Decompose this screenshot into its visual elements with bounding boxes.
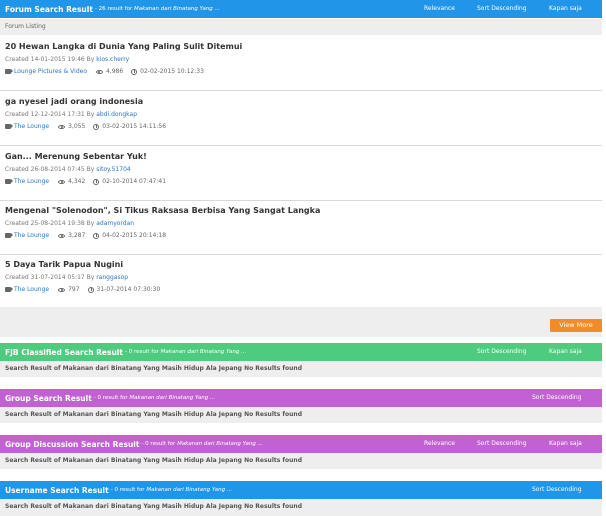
thread-category-link[interactable]: Lounge Pictures & Video — [14, 68, 87, 75]
forum-listing-label: Forum Listing — [0, 19, 602, 35]
thread-views: 797 — [68, 286, 80, 293]
forum-sort-button[interactable]: Sort Descending — [477, 0, 527, 18]
fjb-sort-button[interactable]: Sort Descending — [477, 343, 527, 361]
discussion-no-results: Search Result of Makanan dari Binatang Y… — [0, 453, 602, 469]
eye-icon — [58, 124, 66, 129]
thread-meta: The Lounge 4,342 02-10-2014 07:47:41 — [5, 178, 166, 185]
thread-title[interactable]: 20 Hewan Langka di Dunia Yang Paling Sul… — [5, 42, 242, 51]
tag-icon — [5, 179, 13, 184]
username-header: Username Search Result - 0 result for Ma… — [0, 481, 602, 499]
list-item: Mengenal "Solenodon", Si Tikus Raksasa B… — [0, 201, 602, 255]
discussion-relevance-button[interactable]: Relevance — [424, 435, 455, 453]
fjb-section-title: FJB Classified Search Result — [5, 347, 123, 357]
tag-icon — [5, 287, 13, 292]
thread-views: 3,055 — [68, 123, 86, 130]
username-no-results: Search Result of Makanan dari Binatang Y… — [0, 499, 602, 516]
fjb-no-results: Search Result of Makanan dari Binatang Y… — [0, 361, 602, 377]
thread-last-post: 04-02-2015 20:14:18 — [102, 232, 167, 239]
thread-meta: The Lounge 797 31-07-2014 07:30:30 — [5, 286, 160, 293]
thread-views: 4,986 — [105, 68, 124, 75]
fjb-result-summary: - 0 result for Makanan dari Binatang Yan… — [124, 349, 247, 355]
eye-icon — [95, 69, 103, 74]
thread-last-post: 02-10-2014 07:47:41 — [102, 178, 167, 185]
group-result-summary: - 0 result for Makanan dari Binatang Yan… — [93, 395, 216, 401]
thread-author-link[interactable]: ranggasop — [96, 274, 128, 281]
thread-created: Created 12-12-2014 17:31 By abdi.dongkap — [5, 111, 138, 118]
discussion-sort-button[interactable]: Sort Descending — [477, 435, 527, 453]
thread-title[interactable]: ga nyesel jadi orang indonesia — [5, 97, 143, 106]
list-item: 20 Hewan Langka di Dunia Yang Paling Sul… — [0, 37, 602, 91]
clock-icon — [93, 178, 100, 185]
thread-last-post: 31-07-2014 07:30:30 — [96, 286, 161, 293]
fjb-time-filter[interactable]: Kapan saja — [549, 343, 582, 361]
group-header: Group Search Result - 0 result for Makan… — [0, 389, 602, 407]
thread-meta: The Lounge 3,287 04-02-2015 20:14:18 — [5, 232, 166, 239]
thread-title[interactable]: Gan... Merenung Sebentar Yuk! — [5, 152, 147, 161]
forum-header: Forum Search Result - 26 result for Maka… — [0, 0, 602, 18]
thread-created: Created 31-07-2014 05:17 By ranggasop — [5, 274, 129, 281]
clock-icon — [93, 232, 100, 239]
clock-icon — [93, 123, 100, 130]
thread-created: Created 14-01-2015 19:46 By kios.cherry — [5, 56, 130, 63]
thread-author-link[interactable]: adamyordan — [96, 220, 134, 227]
list-item: ga nyesel jadi orang indonesia Created 1… — [0, 92, 602, 146]
thread-last-post: 02-02-2015 10:12:33 — [140, 68, 204, 75]
group-section-title: Group Search Result — [5, 393, 92, 403]
thread-author-link[interactable]: abdi.dongkap — [96, 111, 137, 118]
group-sort-button[interactable]: Sort Descending — [532, 389, 582, 407]
view-more-area: View More — [0, 307, 602, 337]
discussion-section-title: Group Discussion Search Result — [5, 439, 140, 449]
thread-created: Created 26-08-2014 07:45 By sitoy.51704 — [5, 166, 131, 173]
list-item: Gan... Merenung Sebentar Yuk! Created 26… — [0, 147, 602, 201]
thread-author-link[interactable]: sitoy.51704 — [96, 166, 131, 173]
fjb-header: FJB Classified Search Result - 0 result … — [0, 343, 602, 361]
group-no-results: Search Result of Makanan dari Binatang Y… — [0, 407, 602, 423]
eye-icon — [58, 287, 66, 292]
username-result-summary: - 0 result for Makanan dari Binatang Yan… — [110, 487, 233, 493]
thread-views: 4,342 — [68, 178, 86, 185]
forum-relevance-button[interactable]: Relevance — [424, 0, 455, 18]
thread-author-link[interactable]: kios.cherry — [96, 56, 129, 63]
clock-icon — [131, 68, 138, 75]
tag-icon — [5, 233, 13, 238]
thread-category-link[interactable]: The Lounge — [14, 286, 49, 293]
discussion-header: Group Discussion Search Result - 0 resul… — [0, 435, 602, 453]
thread-views: 3,287 — [68, 232, 86, 239]
forum-section-title: Forum Search Result — [5, 4, 93, 14]
thread-category-link[interactable]: The Lounge — [14, 123, 49, 130]
eye-icon — [58, 179, 66, 184]
tag-icon — [5, 124, 13, 129]
clock-icon — [87, 286, 94, 293]
list-item: 5 Daya Tarik Papua Nugini Created 31-07-… — [0, 255, 602, 309]
thread-meta: Lounge Pictures & Video 4,986 02-02-2015… — [5, 68, 204, 75]
thread-category-link[interactable]: The Lounge — [14, 178, 49, 185]
forum-time-filter[interactable]: Kapan saja — [549, 0, 582, 18]
thread-meta: The Lounge 3,055 03-02-2015 14:11:56 — [5, 123, 166, 130]
tag-icon — [5, 69, 13, 74]
view-more-button[interactable]: View More — [550, 319, 602, 332]
thread-created: Created 25-08-2014 19:38 By adamyordan — [5, 220, 135, 227]
thread-category-link[interactable]: The Lounge — [14, 232, 49, 239]
discussion-result-summary: - 0 result for Makanan dari Binatang Yan… — [141, 441, 263, 447]
username-section-title: Username Search Result — [5, 485, 109, 495]
username-sort-button[interactable]: Sort Descending — [532, 481, 582, 499]
thread-last-post: 03-02-2015 14:11:56 — [102, 123, 167, 130]
thread-title[interactable]: Mengenal "Solenodon", Si Tikus Raksasa B… — [5, 206, 320, 215]
discussion-time-filter[interactable]: Kapan saja — [549, 435, 582, 453]
thread-title[interactable]: 5 Daya Tarik Papua Nugini — [5, 260, 123, 269]
eye-icon — [58, 233, 66, 238]
forum-result-summary: - 26 result for Makanan dari Binatang Ya… — [94, 6, 220, 12]
